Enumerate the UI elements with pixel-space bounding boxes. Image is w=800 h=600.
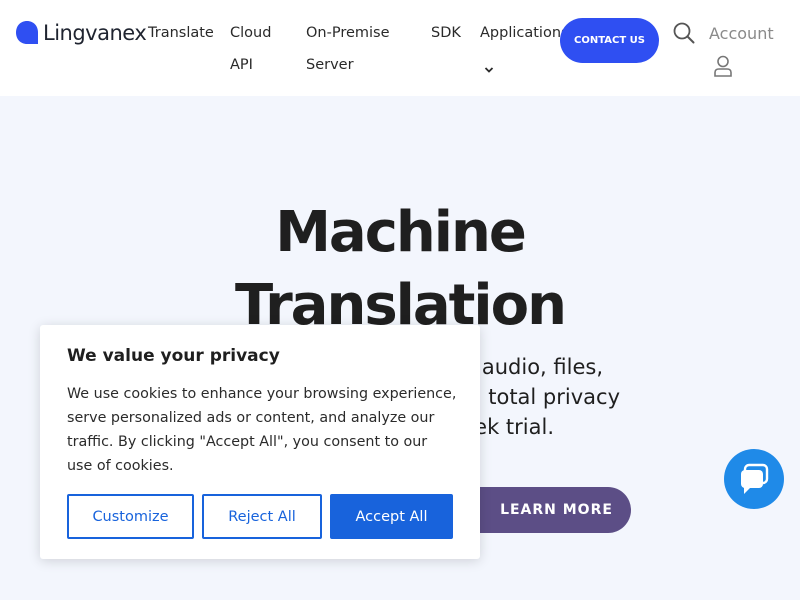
nav-on-premise-server[interactable]: On-Premise Server: [306, 17, 390, 81]
search-icon[interactable]: [673, 22, 695, 44]
nav-applications[interactable]: Applications: [480, 17, 569, 49]
nav-cloud-api[interactable]: Cloud API: [230, 17, 271, 81]
hero-title: Machine Translation: [200, 196, 600, 342]
contact-us-button[interactable]: CONTACT US: [560, 18, 659, 63]
chevron-down-icon[interactable]: [484, 59, 494, 73]
nav-applications-label: Applications: [480, 25, 569, 41]
nav-cloud-api-label-line2: API: [230, 57, 253, 73]
cookie-text: We use cookies to enhance your browsing …: [67, 386, 457, 474]
lingvanex-logo-icon: [15, 20, 39, 46]
nav-cloud-api-label-line1: Cloud: [230, 25, 272, 41]
nav-translate-label: Translate: [148, 25, 214, 41]
customize-button[interactable]: Customize: [67, 494, 194, 539]
nav-translate[interactable]: Translate: [148, 17, 214, 49]
cookie-consent-dialog: We value your privacy We use cookies to …: [40, 325, 480, 559]
chat-bubble-icon: [741, 463, 769, 494]
hero-title-line1: Machine: [275, 200, 527, 265]
site-header: Lingvanex Translate Cloud API On-Premise…: [0, 0, 800, 96]
nav-sdk[interactable]: SDK: [431, 17, 461, 49]
nav-on-premise-label-line2: Server: [306, 57, 354, 73]
cookie-title: We value your privacy: [67, 346, 280, 366]
nav-on-premise-label-line1: On-Premise: [306, 25, 390, 41]
nav-sdk-label: SDK: [431, 25, 461, 41]
accept-all-button[interactable]: Accept All: [330, 494, 453, 539]
user-icon[interactable]: [713, 55, 733, 77]
logo-text: Lingvanex: [43, 21, 147, 45]
reject-all-button[interactable]: Reject All: [202, 494, 322, 539]
chat-widget-button[interactable]: [724, 449, 784, 509]
logo[interactable]: Lingvanex: [15, 20, 147, 46]
account-link[interactable]: Account: [709, 20, 774, 48]
